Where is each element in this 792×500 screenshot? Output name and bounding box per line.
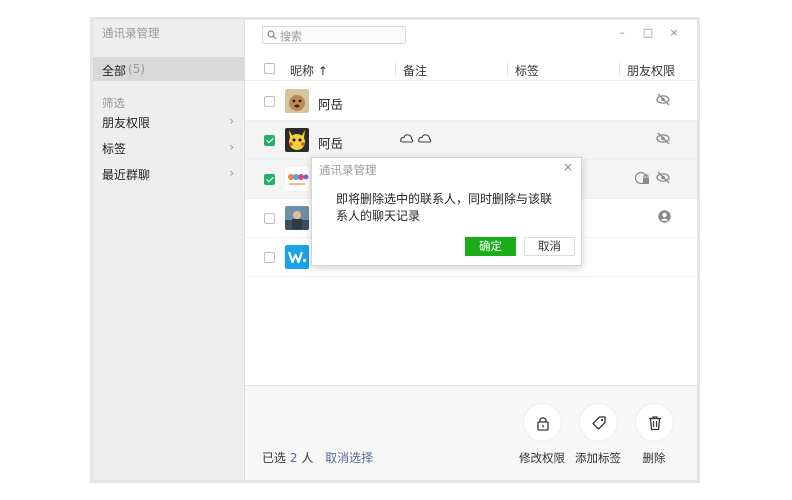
avatar [285, 89, 309, 113]
minimize-button[interactable]: – [615, 26, 629, 39]
chevron-right-icon: › [229, 140, 234, 154]
dialog-close-button[interactable]: × [563, 160, 573, 174]
lock-icon [536, 417, 549, 431]
column-header-tags[interactable]: 标签 [515, 62, 539, 79]
row-checkbox[interactable] [264, 135, 275, 146]
search-input[interactable]: 搜索 [262, 26, 406, 44]
chevron-right-icon: › [229, 114, 234, 128]
cloud-icon [400, 134, 432, 143]
tag-icon [591, 416, 606, 430]
lock-icon [634, 171, 650, 188]
search-placeholder: 搜索 [280, 30, 302, 43]
sidebar-item-recent-groups[interactable]: 最近群聊 › [93, 163, 244, 185]
eye-slash-icon [656, 93, 671, 109]
chevron-right-icon: › [229, 166, 234, 180]
eye-slash-icon [656, 132, 671, 148]
dialog-message: 即将删除选中的联系人，同时删除与该联系人的聊天记录 [336, 192, 553, 223]
table-row[interactable]: 阿岳 [245, 82, 697, 121]
window-title: 通讯录管理 [102, 26, 160, 40]
trash-icon [648, 416, 661, 431]
row-checkbox[interactable] [264, 252, 275, 263]
selection-summary: 已选 2 人 取消选择 [262, 449, 373, 466]
modify-permission-icon-circle [522, 403, 562, 442]
sidebar-item-label: 标签 [102, 142, 127, 156]
column-divider [507, 63, 508, 75]
remark-icons [400, 132, 434, 147]
footer-action-bar: 已选 2 人 取消选择 修改权限 添加标签 删除 [245, 385, 697, 480]
column-divider [619, 63, 620, 75]
action-label: 添加标签 [575, 451, 621, 465]
filter-section-title: 筛选 [102, 96, 125, 110]
sidebar-item-all[interactable]: 全部 (5) [93, 57, 244, 81]
sidebar-item-tags[interactable]: 标签 › [93, 137, 244, 159]
column-header-remark[interactable]: 备注 [403, 62, 427, 79]
maximize-button[interactable]: □ [641, 26, 655, 39]
action-label: 删除 [642, 451, 666, 465]
column-divider [395, 63, 396, 75]
eye-slash-icon [656, 171, 671, 187]
contacts-table-header: 昵称 ↑ 备注 标签 朋友权限 [245, 57, 697, 81]
cancel-selection-link[interactable]: 取消选择 [325, 451, 373, 465]
sidebar-item-friend-permission[interactable]: 朋友权限 › [93, 111, 244, 133]
avatar [285, 206, 309, 230]
add-tag-button[interactable]: 添加标签 [568, 403, 628, 466]
avatar [285, 245, 309, 269]
delete-icon-circle [634, 403, 674, 442]
sidebar-item-label: 朋友权限 [102, 116, 151, 130]
column-header-nickname[interactable]: 昵称 ↑ [290, 62, 328, 79]
column-header-permission[interactable]: 朋友权限 [627, 62, 675, 79]
modify-permission-button[interactable]: 修改权限 [512, 403, 572, 466]
selected-count: 2 [289, 451, 298, 465]
cancel-button[interactable]: 取消 [524, 237, 575, 256]
delete-confirm-dialog: 通讯录管理 × 即将删除选中的联系人，同时删除与该联系人的聊天记录 确定 取消 [311, 157, 582, 266]
delete-button[interactable]: 删除 [624, 403, 684, 466]
sidebar-item-all-count: (5) [128, 62, 145, 76]
sidebar-item-label: 最近群聊 [102, 168, 151, 182]
person-icon [658, 210, 671, 226]
action-label: 修改权限 [519, 451, 565, 465]
sidebar-item-all-label: 全部 [102, 64, 127, 78]
table-row[interactable]: 阿岳 [245, 121, 697, 160]
add-tag-icon-circle [578, 403, 618, 442]
search-icon [267, 30, 277, 40]
select-all-checkbox[interactable] [264, 63, 275, 74]
row-checkbox[interactable] [264, 96, 275, 107]
selected-prefix: 已选 [262, 451, 287, 465]
dialog-title: 通讯录管理 [319, 163, 377, 177]
avatar [285, 167, 309, 191]
selected-unit: 人 [301, 451, 314, 465]
contact-name: 阿岳 [318, 136, 344, 151]
close-button[interactable]: × [667, 26, 681, 39]
contact-name: 阿岳 [318, 97, 344, 112]
row-checkbox[interactable] [264, 213, 275, 224]
confirm-button[interactable]: 确定 [465, 237, 516, 256]
row-checkbox[interactable] [264, 174, 275, 185]
sidebar: 通讯录管理 全部 (5) 筛选 朋友权限 › 标签 › 最近群聊 › [93, 20, 245, 480]
avatar [285, 128, 309, 152]
